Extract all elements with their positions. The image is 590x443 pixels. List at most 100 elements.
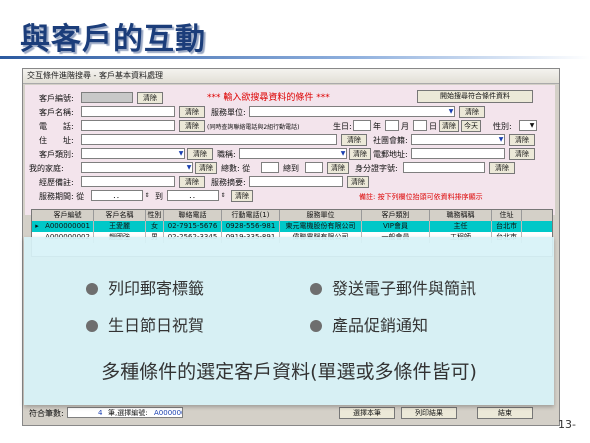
service-summary-label: 服務摘要: xyxy=(211,178,246,187)
club-field[interactable] xyxy=(411,134,505,145)
customer-name-label: 客戶名稱: xyxy=(39,108,74,117)
year-label: 年 xyxy=(373,122,381,131)
status-bar: 符合筆數: 4 筆,選擇編號: A000000001 選擇本筆 列印結果 結束 xyxy=(25,405,555,421)
clear-customer-id-button[interactable]: 清除 xyxy=(137,92,163,104)
match-count-label: 符合筆數: xyxy=(29,409,64,418)
exit-button[interactable]: 結束 xyxy=(477,407,533,419)
table-cell: 台北市 xyxy=(492,221,522,232)
clear-club-button[interactable]: 清除 xyxy=(509,134,535,146)
clear-customer-name-button[interactable]: 清除 xyxy=(179,106,205,118)
grid-header-col-category[interactable]: 客戶類別 xyxy=(362,210,430,221)
grid-header-col-service-unit[interactable]: 服務單位 xyxy=(280,210,362,221)
month-label: 月 xyxy=(401,122,409,131)
title-field[interactable] xyxy=(239,148,347,159)
clear-family-button[interactable]: 清除 xyxy=(195,162,217,174)
clear-period-button[interactable]: 清除 xyxy=(231,190,253,202)
phone-field[interactable] xyxy=(81,120,175,131)
grid-header-col-address[interactable]: 住址 xyxy=(492,210,522,221)
bullet-item: 生日節日祝賀 xyxy=(86,312,204,336)
phone-note: (同時查詢聯絡電話與2組行動電話) xyxy=(207,124,300,131)
club-dropdown-icon[interactable]: ▼ xyxy=(497,134,505,145)
period-to-spinner-icon[interactable]: ⇕ xyxy=(219,190,227,201)
family-field[interactable] xyxy=(81,162,193,173)
table-cell: 女 xyxy=(146,221,164,232)
grid-header-col-customer-name[interactable]: 客戶名稱 xyxy=(94,210,146,221)
category-field[interactable] xyxy=(81,148,185,159)
table-cell: 0928-556-981 xyxy=(222,221,280,232)
birth-day-field[interactable] xyxy=(413,120,427,131)
customer-id-field[interactable] xyxy=(81,92,133,103)
category-dropdown-icon[interactable]: ▼ xyxy=(177,148,185,159)
id-no-label: 身分證字號: xyxy=(355,164,398,173)
total-from-field[interactable] xyxy=(261,162,279,173)
id-no-field[interactable] xyxy=(403,162,485,173)
gender-dropdown-icon[interactable]: ▼ xyxy=(528,120,536,131)
bullet-text: 發送電子郵件與簡訊 xyxy=(332,279,477,298)
selected-id-label: 筆,選擇編號: xyxy=(108,409,148,417)
customer-id-label: 客戶編號: xyxy=(39,94,74,103)
bullet-item: 發送電子郵件與簡訊 xyxy=(310,275,476,299)
page-number: 13- xyxy=(558,418,576,431)
service-summary-field[interactable] xyxy=(249,176,343,187)
clear-category-button[interactable]: 清除 xyxy=(187,148,213,160)
club-label: 社團會籍: xyxy=(373,136,408,145)
bullet-item: 列印郵寄標籤 xyxy=(86,275,204,299)
slide-title: 與客戶的互動 xyxy=(20,22,206,57)
experience-field[interactable] xyxy=(81,176,175,187)
clear-phone-button[interactable]: 清除 xyxy=(179,120,205,132)
match-count-value: 4 xyxy=(98,409,103,417)
select-record-button[interactable]: 選擇本筆 xyxy=(339,407,395,419)
clear-birthday-button[interactable]: 清除 xyxy=(439,120,459,132)
search-banner: *** 輸入欲搜尋資料的條件 *** xyxy=(207,93,330,103)
grid-header-col-title[interactable]: 職務稱稱 xyxy=(430,210,492,221)
service-unit-dropdown-icon[interactable]: ▼ xyxy=(447,106,455,117)
period-from-field[interactable]: ．． xyxy=(91,190,143,201)
bullet-dot-icon xyxy=(86,320,98,332)
window-title: 交互條件進階搜尋 - 客戶基本資料處理 xyxy=(23,69,559,84)
gender-label: 性別: xyxy=(493,122,512,131)
service-unit-field[interactable] xyxy=(249,106,455,117)
period-to-field[interactable]: ．． xyxy=(167,190,219,201)
address-label: 住 址: xyxy=(39,136,74,145)
grid-header-col-gender[interactable]: 性別 xyxy=(146,210,164,221)
grid-header-col-phone[interactable]: 聯絡電話 xyxy=(164,210,222,221)
clear-service-summary-button[interactable]: 清除 xyxy=(347,176,369,188)
service-unit-label: 服務單位: xyxy=(211,108,246,117)
start-search-button[interactable]: 開始搜尋符合條件資料 xyxy=(417,90,533,103)
title-rule xyxy=(0,56,590,59)
bullet-text: 生日節日祝賀 xyxy=(108,316,205,335)
bullet-dot-icon xyxy=(310,320,322,332)
title-dropdown-icon[interactable]: ▼ xyxy=(339,148,347,159)
clear-title-button[interactable]: 清除 xyxy=(349,148,371,160)
clear-id-no-button[interactable]: 清除 xyxy=(489,162,515,174)
family-dropdown-icon[interactable]: ▼ xyxy=(185,162,193,173)
overlay-caption: 多種條件的選定客戶資料(單選或多條件皆可) xyxy=(101,361,477,383)
customer-name-field[interactable] xyxy=(81,106,175,117)
search-form: 客戶編號: 清除 *** 輸入欲搜尋資料的條件 *** 開始搜尋符合條件資料 客… xyxy=(25,85,555,215)
birth-month-field[interactable] xyxy=(385,120,399,131)
print-results-button[interactable]: 列印結果 xyxy=(401,407,457,419)
address-field[interactable] xyxy=(81,134,337,145)
total-to-label: 總到 xyxy=(283,164,299,173)
clear-email-button[interactable]: 清除 xyxy=(509,148,535,160)
period-from-spinner-icon[interactable]: ⇕ xyxy=(143,190,151,201)
total-to-field[interactable] xyxy=(305,162,323,173)
table-cell: 王愛麗 xyxy=(94,221,146,232)
grid-header-col-customer-id[interactable]: 客戶編號 xyxy=(42,210,94,221)
clear-service-unit-button[interactable]: 清除 xyxy=(459,106,485,118)
bullet-text: 產品促銷通知 xyxy=(332,316,429,335)
title-label: 職稱: xyxy=(217,150,236,159)
grid-header-col-mobile[interactable]: 行動電話(1) xyxy=(222,210,280,221)
email-field[interactable] xyxy=(411,148,505,159)
birthday-label: 生日: xyxy=(333,122,352,131)
table-row[interactable]: ▸ A000000001 王愛麗女 02-7915-5676 0928-556-981 東… xyxy=(32,221,552,232)
birth-year-field[interactable] xyxy=(353,120,371,131)
table-cell: 東元電機股份有限公司 xyxy=(280,221,362,232)
today-button[interactable]: 今天 xyxy=(461,120,481,132)
bullet-text: 列印郵寄標籤 xyxy=(108,279,205,298)
bullet-item: 產品促銷通知 xyxy=(310,312,428,336)
clear-experience-button[interactable]: 清除 xyxy=(179,176,205,188)
clear-address-button[interactable]: 清除 xyxy=(341,134,367,146)
period-to-label: 到 xyxy=(155,192,163,201)
clear-total-button[interactable]: 清除 xyxy=(327,162,349,174)
